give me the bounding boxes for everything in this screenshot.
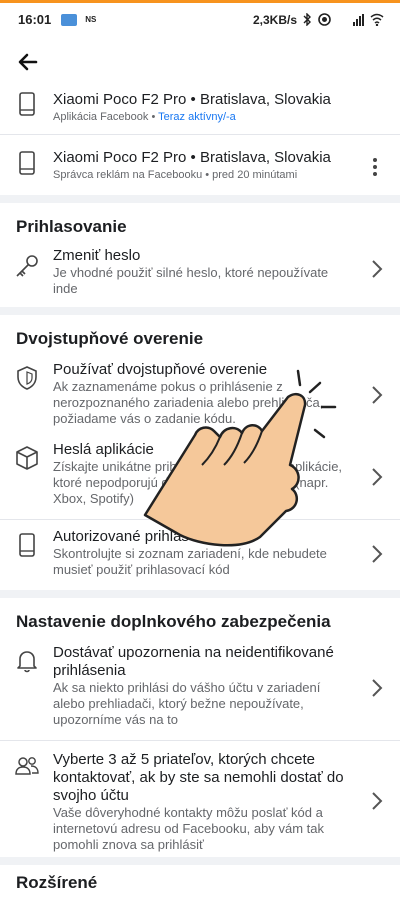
row-subtitle: Ak sa niekto prihlási do vášho účtu v za… bbox=[53, 680, 321, 727]
row-subtitle: Vaše dôveryhodné kontakty môžu poslať kó… bbox=[53, 805, 324, 852]
chevron-right-icon bbox=[372, 792, 383, 810]
login-alerts-row[interactable]: Dostávať upozornenia na neidentifikované… bbox=[0, 640, 400, 740]
box-icon bbox=[16, 446, 38, 470]
trusted-contacts-row[interactable]: Vyberte 3 až 5 priateľov, ktorých chcete… bbox=[0, 741, 400, 857]
alarm-icon bbox=[318, 13, 331, 26]
top-bar bbox=[0, 36, 400, 88]
shield-icon bbox=[17, 366, 37, 390]
image-icon bbox=[61, 13, 78, 26]
section-header: Dvojstupňové overenie bbox=[16, 329, 204, 348]
row-subtitle: Je vhodné použiť silné heslo, ktoré nepo… bbox=[53, 265, 329, 296]
row-title: Zmeniť heslo bbox=[53, 247, 141, 264]
row-subtitle: Skontrolujte si zoznam zariadení, kde ne… bbox=[53, 546, 327, 577]
device-separator: • bbox=[148, 111, 159, 123]
tap-hand-icon bbox=[143, 369, 337, 547]
device-source: Aplikácia Facebook bbox=[53, 111, 149, 123]
wifi-icon bbox=[370, 13, 384, 26]
phone-icon bbox=[19, 92, 35, 116]
row-title: Vyberte 3 až 5 priateľov, ktorých chcete… bbox=[53, 751, 344, 804]
device-name: Xiaomi Poco F2 Pro • Bratislava, Slovaki… bbox=[53, 91, 331, 108]
chevron-right-icon bbox=[372, 679, 383, 697]
section-header: Rozšírené bbox=[16, 873, 98, 892]
more-options-icon[interactable] bbox=[372, 157, 378, 177]
row-title: Dostávať upozornenia na neidentifikované… bbox=[53, 644, 334, 679]
section-header: Nastavenie doplnkového zabezpečenia bbox=[16, 612, 331, 631]
phone-icon bbox=[19, 151, 35, 175]
bell-icon bbox=[17, 651, 37, 673]
chevron-right-icon bbox=[372, 386, 383, 404]
bluetooth-icon bbox=[303, 13, 311, 26]
change-password-row[interactable]: Zmeniť heslo Je vhodné použiť silné hesl… bbox=[0, 245, 400, 307]
chevron-right-icon bbox=[372, 260, 383, 278]
people-icon bbox=[15, 757, 39, 775]
advanced-section: Rozšírené bbox=[0, 865, 400, 901]
device-source: Správca reklám na Facebooku bbox=[53, 169, 203, 181]
device-status-active: Teraz aktívny/-a bbox=[158, 111, 236, 123]
back-arrow-icon[interactable] bbox=[14, 48, 42, 76]
device-row[interactable]: Xiaomi Poco F2 Pro • Bratislava, Slovaki… bbox=[0, 135, 400, 195]
device-row[interactable]: Xiaomi Poco F2 Pro • Bratislava, Slovaki… bbox=[0, 88, 400, 134]
device-last-active: pred 20 minútami bbox=[212, 169, 298, 181]
login-section: Prihlasovanie Zmeniť heslo Je vhodné pou… bbox=[0, 203, 400, 307]
device-name: Xiaomi Poco F2 Pro • Bratislava, Slovaki… bbox=[53, 149, 331, 166]
chevron-right-icon bbox=[372, 468, 383, 486]
status-speed: 2,3KB/s bbox=[252, 12, 297, 27]
key-icon bbox=[16, 255, 38, 277]
device-separator: • bbox=[202, 169, 213, 181]
status-ns-label: NS bbox=[85, 15, 97, 24]
extra-security-section: Nastavenie doplnkového zabezpečenia Dost… bbox=[0, 598, 400, 857]
status-bar: 16:01 NS 2,3KB/s bbox=[0, 0, 400, 36]
chevron-right-icon bbox=[372, 545, 383, 563]
section-header: Prihlasovanie bbox=[16, 217, 127, 236]
signal-icon bbox=[353, 13, 364, 26]
status-time: 16:01 bbox=[18, 12, 52, 27]
phone-icon bbox=[19, 533, 35, 557]
devices-card: Xiaomi Poco F2 Pro • Bratislava, Slovaki… bbox=[0, 88, 400, 195]
